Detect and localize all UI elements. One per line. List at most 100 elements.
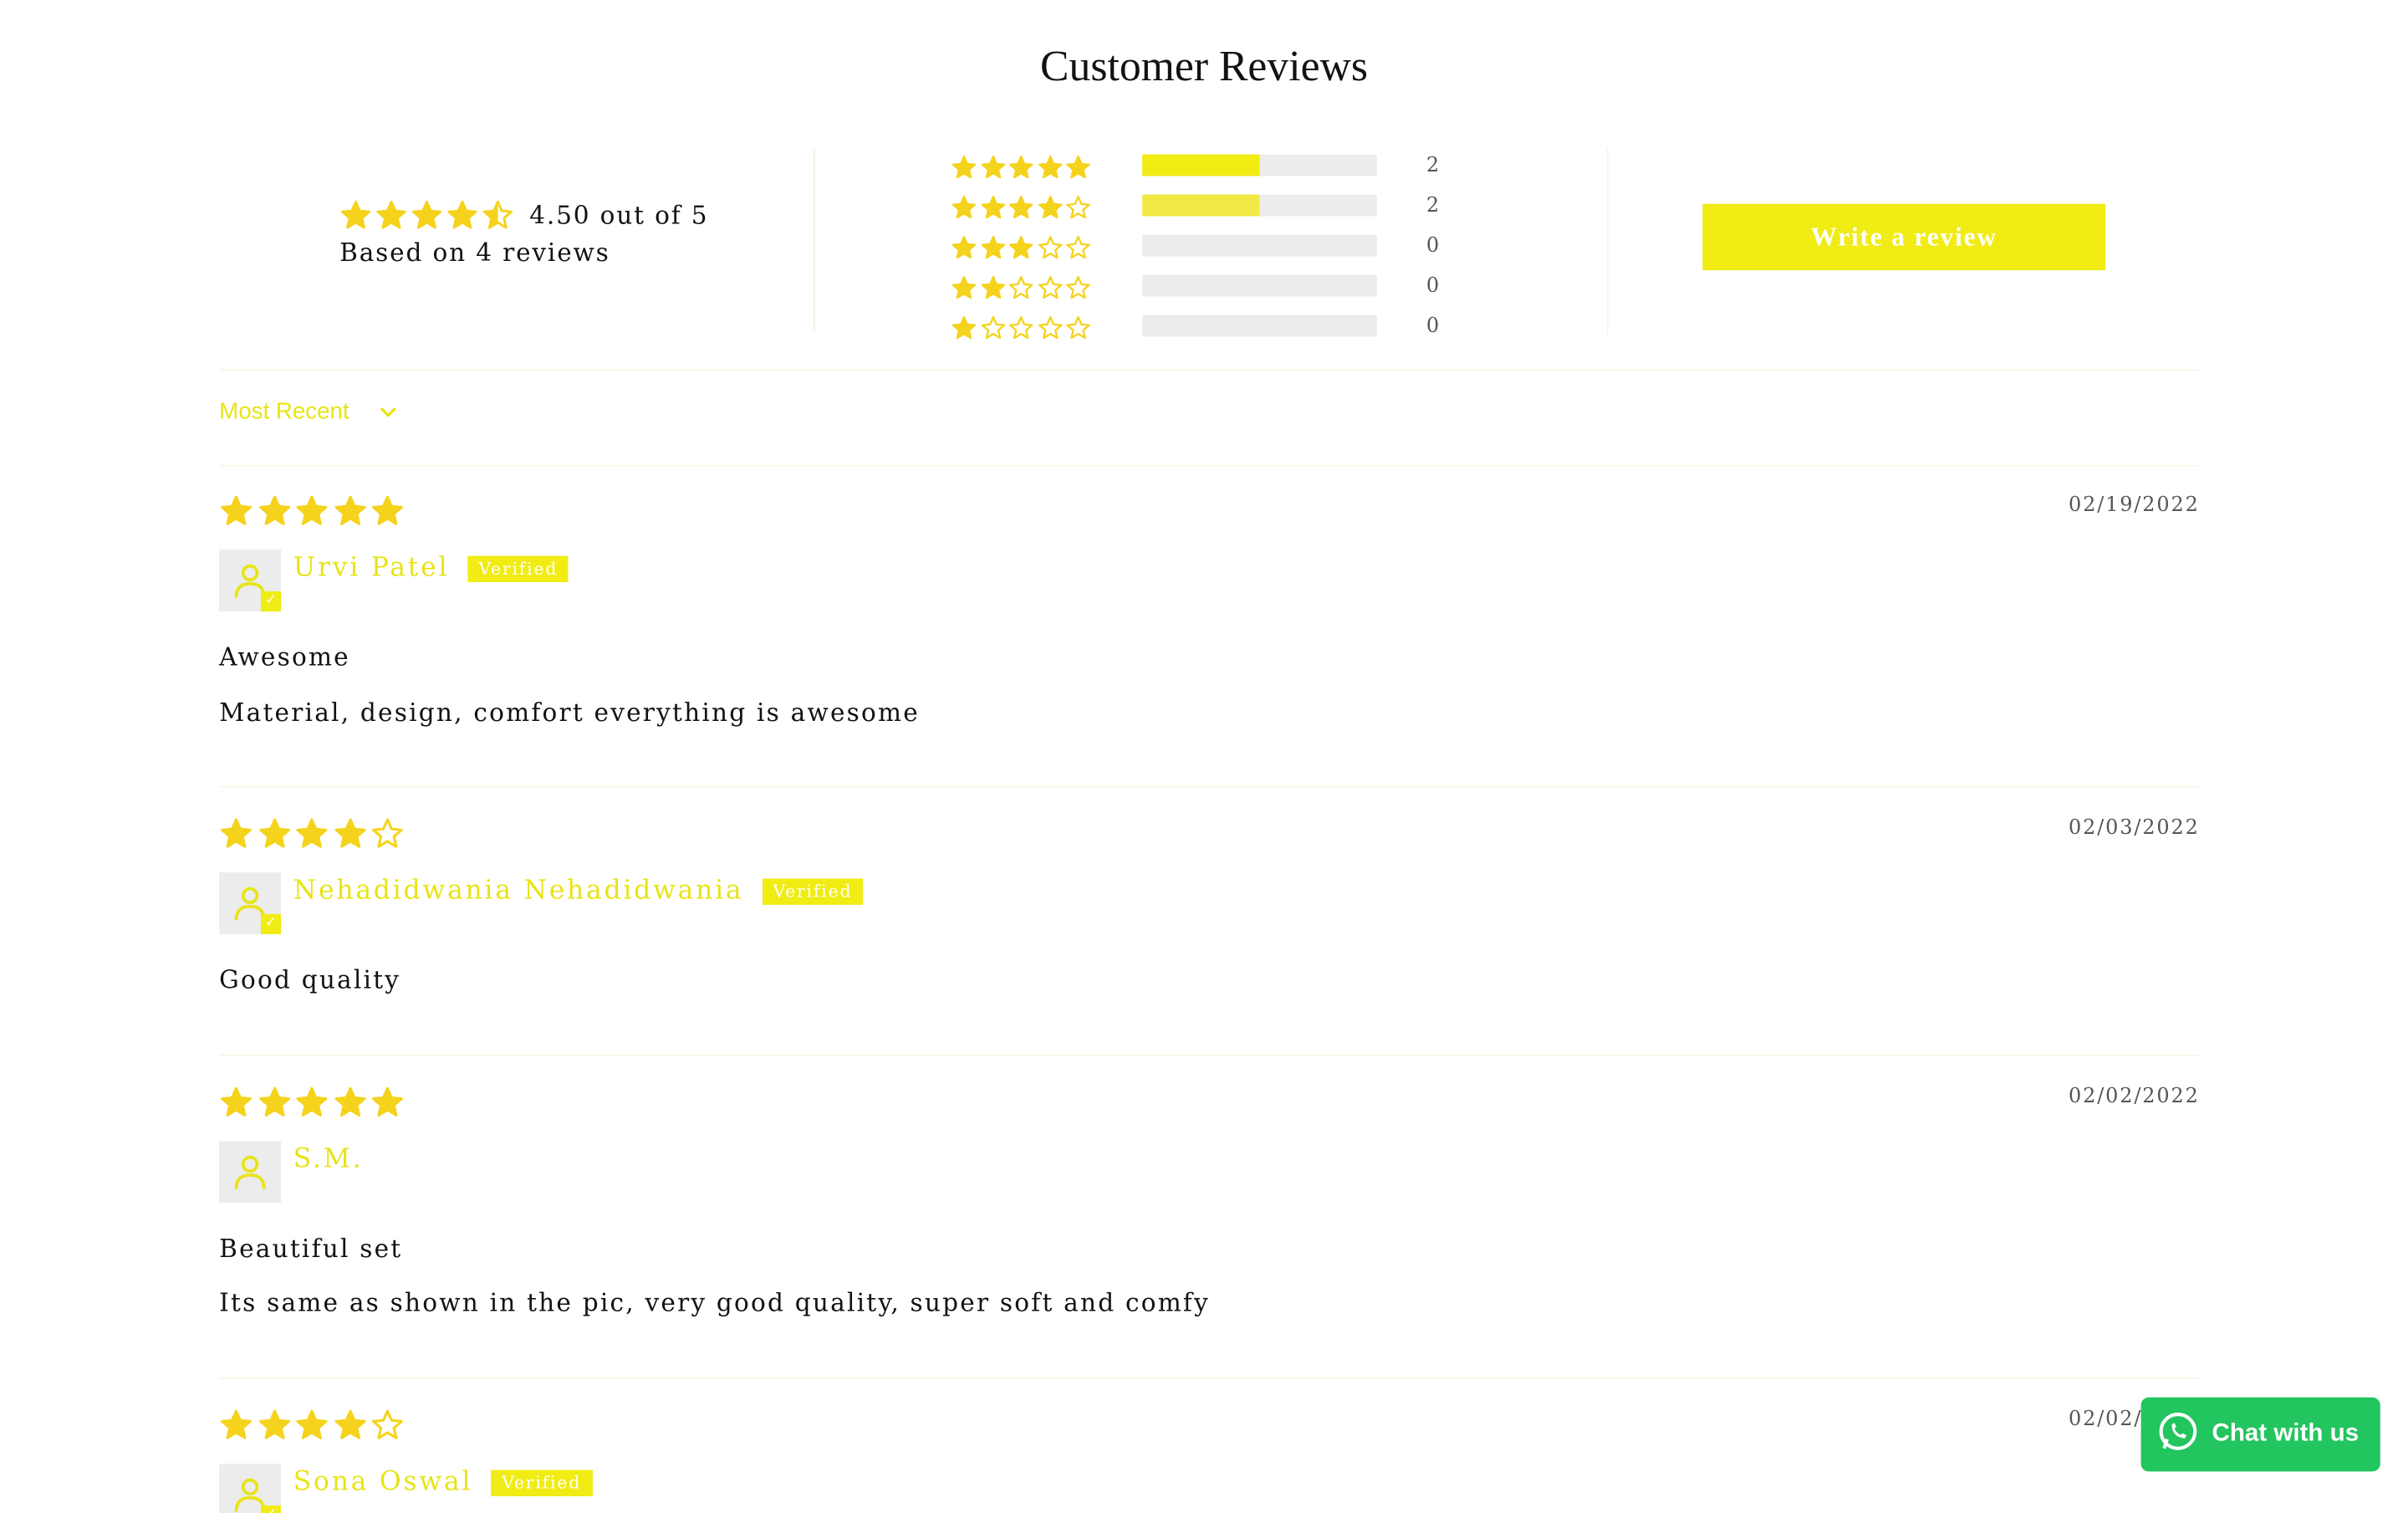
reviews-widget: Customer Reviews 4.50 out of 5 Based on … — [0, 0, 2408, 1513]
star-icon — [371, 495, 403, 525]
histogram-bar — [1142, 234, 1377, 257]
histogram-count: 2 — [1426, 153, 1440, 177]
star-icon — [951, 275, 977, 299]
star-icon — [1008, 195, 1033, 218]
star-icon — [1038, 315, 1062, 339]
histogram-row[interactable]: 0 — [951, 306, 1457, 346]
based-on-count: Based on 4 reviews — [339, 238, 610, 268]
divider — [813, 148, 815, 334]
verified-badge: Verified — [467, 555, 569, 582]
histogram-count: 0 — [1426, 233, 1440, 258]
sort-selected: Most Recent — [219, 398, 349, 425]
star-icon — [1066, 155, 1090, 178]
user-icon — [234, 1155, 266, 1189]
histogram-count: 2 — [1426, 193, 1440, 217]
star-icon — [1066, 235, 1090, 258]
review-author: Nehadidwania Nehadidwania — [293, 875, 744, 907]
page-title: Customer Reviews — [1040, 43, 1368, 91]
star-icon — [221, 1086, 252, 1117]
star-icon — [1038, 195, 1062, 218]
avatar: ✓ — [219, 872, 282, 934]
write-review-button[interactable]: Write a review — [1702, 203, 2106, 271]
star-icon — [1038, 155, 1062, 178]
star-icon — [258, 1086, 290, 1117]
histogram-row[interactable]: 0 — [951, 226, 1457, 266]
review-stars — [219, 1086, 408, 1120]
star-icon — [296, 495, 328, 525]
histogram-bar — [1142, 274, 1377, 297]
avatar: ✓ — [219, 549, 282, 612]
star-icon — [482, 200, 513, 228]
review-author: Sona Oswal — [293, 1466, 473, 1498]
star-icon — [1008, 155, 1033, 178]
average-text: 4.50 out of 5 — [529, 200, 709, 230]
star-icon — [1008, 235, 1033, 258]
star-icon — [221, 1409, 252, 1439]
star-icon — [371, 1086, 403, 1117]
star-icon — [980, 315, 1005, 339]
histogram-row[interactable]: 0 — [951, 266, 1457, 306]
star-icon — [371, 818, 403, 848]
review-item: 02/02/2022 ✓ Sona Oswal Verified — [219, 1408, 2200, 1513]
histogram-bar — [1142, 194, 1377, 217]
review-date: 02/02/2022 — [2068, 1085, 2200, 1109]
star-icon — [951, 195, 977, 218]
histogram-count: 0 — [1426, 273, 1440, 298]
star-icon — [376, 200, 406, 228]
histogram-row[interactable]: 2 — [951, 146, 1457, 186]
star-icon — [1066, 275, 1090, 299]
review-item: 02/03/2022 ✓ Nehadidwania Nehadidwania V… — [219, 817, 2200, 1033]
star-icon — [334, 495, 365, 525]
star-icon — [340, 200, 371, 228]
star-icon — [411, 200, 442, 228]
review-stars — [219, 817, 408, 851]
star-icon — [447, 200, 477, 228]
star-icon — [1038, 275, 1062, 299]
whatsapp-icon — [2156, 1409, 2200, 1460]
star-icon — [221, 818, 252, 848]
star-icon — [951, 315, 977, 339]
sort-dropdown[interactable]: Most Recent — [219, 398, 397, 425]
histogram-count: 0 — [1426, 314, 1440, 338]
star-icon — [371, 1409, 403, 1439]
review-author: Urvi Patel — [293, 552, 450, 584]
star-icon — [334, 818, 365, 848]
star-icon — [1038, 235, 1062, 258]
histogram-stars — [951, 231, 1142, 260]
star-icon — [296, 1086, 328, 1117]
review-title: Beautiful set — [219, 1234, 403, 1264]
review-title: Awesome — [219, 642, 350, 672]
star-icon — [1066, 315, 1090, 339]
divider — [1606, 148, 1609, 334]
star-icon — [221, 495, 252, 525]
histogram-stars — [951, 271, 1142, 300]
divider — [219, 1054, 2200, 1056]
chat-with-us-button[interactable]: Chat with us — [2140, 1397, 2380, 1472]
star-icon — [980, 195, 1005, 218]
histogram-bar — [1142, 154, 1377, 176]
verified-badge: Verified — [762, 877, 864, 904]
review-stars — [219, 494, 408, 529]
verified-check-icon: ✓ — [261, 591, 282, 612]
chat-label: Chat with us — [2212, 1420, 2360, 1447]
histogram-stars — [951, 311, 1142, 340]
review-date: 02/03/2022 — [2068, 816, 2200, 841]
star-icon — [258, 818, 290, 848]
star-icon — [1008, 275, 1033, 299]
star-icon — [334, 1409, 365, 1439]
review-date: 02/19/2022 — [2068, 493, 2200, 518]
histogram-bar-fill — [1142, 154, 1260, 176]
review-stars — [219, 1408, 408, 1443]
star-icon — [296, 1409, 328, 1439]
review-author: S.M. — [293, 1144, 364, 1175]
star-icon — [334, 1086, 365, 1117]
histogram-row[interactable]: 2 — [951, 186, 1457, 226]
verified-badge: Verified — [491, 1469, 593, 1496]
star-icon — [980, 275, 1005, 299]
divider — [219, 785, 2200, 788]
star-icon — [951, 235, 977, 258]
review-item: 02/19/2022 ✓ Urvi Patel Verified Awesome… — [219, 494, 2200, 772]
review-body: Good quality — [219, 964, 401, 994]
average-stars — [339, 198, 517, 231]
avatar: ✓ — [219, 1464, 282, 1513]
